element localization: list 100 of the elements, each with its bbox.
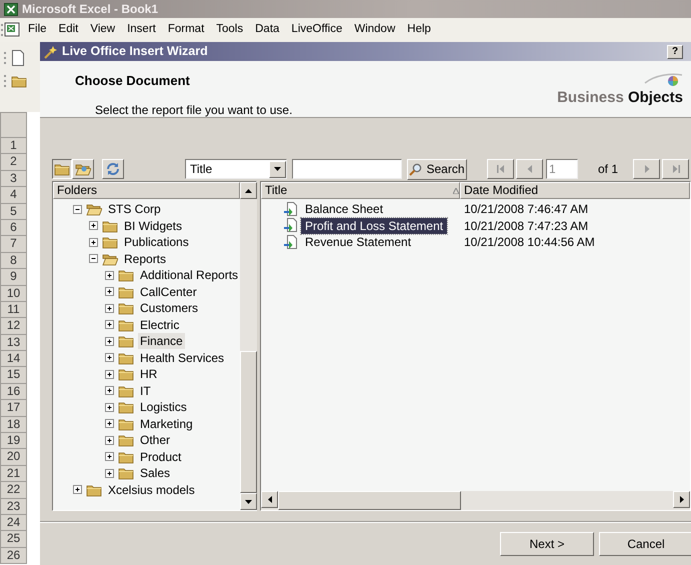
tree-item[interactable]: Other: [138, 432, 172, 448]
report-document-icon: [283, 202, 297, 217]
document-title[interactable]: Balance Sheet: [301, 201, 388, 218]
wizard-button[interactable]: Cancel: [599, 532, 691, 556]
next-page-button[interactable]: [633, 159, 660, 179]
tree-item[interactable]: Reports: [122, 250, 168, 267]
wand-icon: [44, 44, 58, 58]
tree-item[interactable]: Health Services: [138, 350, 226, 366]
tree-item[interactable]: Xcelsius models: [106, 482, 197, 498]
folder-tag-icon: [75, 162, 91, 176]
globe-icon: [643, 73, 683, 87]
document-title[interactable]: Revenue Statement: [301, 234, 416, 250]
menu-item[interactable]: Insert: [121, 21, 162, 39]
column-header[interactable]: Title: [261, 182, 460, 199]
tree-item[interactable]: Additional Reports: [138, 267, 240, 284]
wizard-button[interactable]: Next >: [500, 532, 594, 556]
scroll-right-button[interactable]: [673, 491, 690, 508]
refresh-button[interactable]: [102, 159, 124, 179]
previous-page-button[interactable]: [516, 159, 543, 179]
expand-icon[interactable]: [105, 304, 114, 313]
expand-icon[interactable]: [105, 353, 114, 362]
row-header: 1: [0, 138, 27, 154]
help-button[interactable]: ?: [667, 44, 683, 58]
down-arrow-icon: [245, 500, 252, 504]
row-header: 8: [0, 252, 27, 270]
collapse-icon[interactable]: [73, 204, 82, 214]
last-page-button[interactable]: [662, 159, 690, 179]
tree-item[interactable]: Sales: [138, 465, 172, 482]
row-header: 23: [0, 498, 27, 515]
expand-icon[interactable]: [89, 238, 98, 247]
next-icon: [642, 165, 651, 173]
tree-item[interactable]: Customers: [138, 300, 200, 316]
menu-item[interactable]: Help: [401, 21, 437, 39]
tree-item[interactable]: CallCenter: [138, 284, 199, 300]
last-icon: [672, 165, 680, 173]
folder-icon: [118, 450, 134, 464]
scroll-left-button[interactable]: [261, 491, 278, 508]
expand-icon[interactable]: [105, 436, 114, 445]
expand-icon[interactable]: [105, 270, 114, 280]
categories-view-button[interactable]: [72, 159, 94, 179]
tree-item[interactable]: STS Corp: [106, 201, 163, 218]
tree-item[interactable]: IT: [138, 382, 153, 399]
row-header: 13: [0, 334, 27, 352]
expand-icon[interactable]: [105, 468, 114, 478]
folder-icon: [118, 284, 134, 299]
tree-item[interactable]: Publications: [122, 234, 191, 250]
search-button[interactable]: Search: [407, 158, 467, 180]
row-header: 24: [0, 514, 27, 532]
previous-icon: [526, 165, 534, 173]
expand-icon[interactable]: [105, 370, 114, 379]
menu-item[interactable]: View: [84, 21, 122, 39]
search-type-dropdown[interactable]: Title: [185, 159, 287, 179]
horizontal-scrollbar[interactable]: [261, 491, 690, 510]
column-header[interactable]: Folders: [53, 182, 240, 199]
first-page-button[interactable]: [487, 159, 514, 179]
row-header: 22: [0, 482, 27, 499]
menu-item[interactable]: LiveOffice: [285, 21, 348, 39]
new-document-icon[interactable]: [11, 50, 25, 66]
row-header: 3: [0, 170, 27, 188]
menu-item[interactable]: File: [22, 21, 53, 39]
row-header: 6: [0, 220, 27, 236]
menu-item[interactable]: Tools: [210, 21, 250, 39]
row-header: 14: [0, 351, 27, 368]
search-field[interactable]: [292, 159, 402, 179]
scroll-up-button[interactable]: [240, 182, 258, 199]
expand-icon[interactable]: [105, 386, 114, 396]
tree-item[interactable]: HR: [138, 366, 160, 382]
expand-icon[interactable]: [89, 221, 98, 230]
tree-item[interactable]: Marketing: [138, 416, 195, 432]
menu-item[interactable]: Edit: [52, 21, 84, 39]
expand-icon[interactable]: [105, 320, 114, 330]
tree-item[interactable]: Finance: [138, 333, 185, 350]
date-cell-text: 10/21/2008 7:46:47 AM: [463, 201, 588, 218]
expand-icon[interactable]: [105, 452, 114, 462]
collapse-icon[interactable]: [89, 254, 98, 264]
tree-item[interactable]: Logistics: [138, 399, 189, 416]
row-header: 20: [0, 449, 27, 466]
folder-icon: [102, 235, 118, 250]
document-title[interactable]: Profit and Loss Statement: [301, 218, 448, 234]
scroll-thumb[interactable]: [278, 491, 461, 510]
tree-item[interactable]: Electric: [138, 316, 182, 333]
vertical-scrollbar[interactable]: [240, 182, 258, 510]
scroll-down-button[interactable]: [240, 493, 258, 510]
folder-icon: [118, 416, 134, 431]
tree-item[interactable]: Product: [138, 448, 184, 465]
tree-item[interactable]: BI Widgets: [122, 218, 184, 234]
row-header: 11: [0, 302, 27, 318]
menu-item[interactable]: Format: [162, 21, 210, 39]
expand-icon[interactable]: [105, 419, 114, 428]
scroll-thumb[interactable]: [240, 351, 258, 493]
expand-icon[interactable]: [105, 287, 114, 296]
column-header[interactable]: Date Modified: [460, 182, 690, 199]
menu-item[interactable]: Window: [348, 21, 402, 39]
expand-icon[interactable]: [105, 336, 114, 346]
expand-icon[interactable]: [73, 485, 82, 494]
folders-view-button[interactable]: [52, 159, 72, 179]
row-header: 18: [0, 416, 27, 434]
expand-icon[interactable]: [105, 402, 114, 412]
up-arrow-icon: [245, 188, 252, 192]
menu-item[interactable]: Data: [249, 21, 286, 39]
